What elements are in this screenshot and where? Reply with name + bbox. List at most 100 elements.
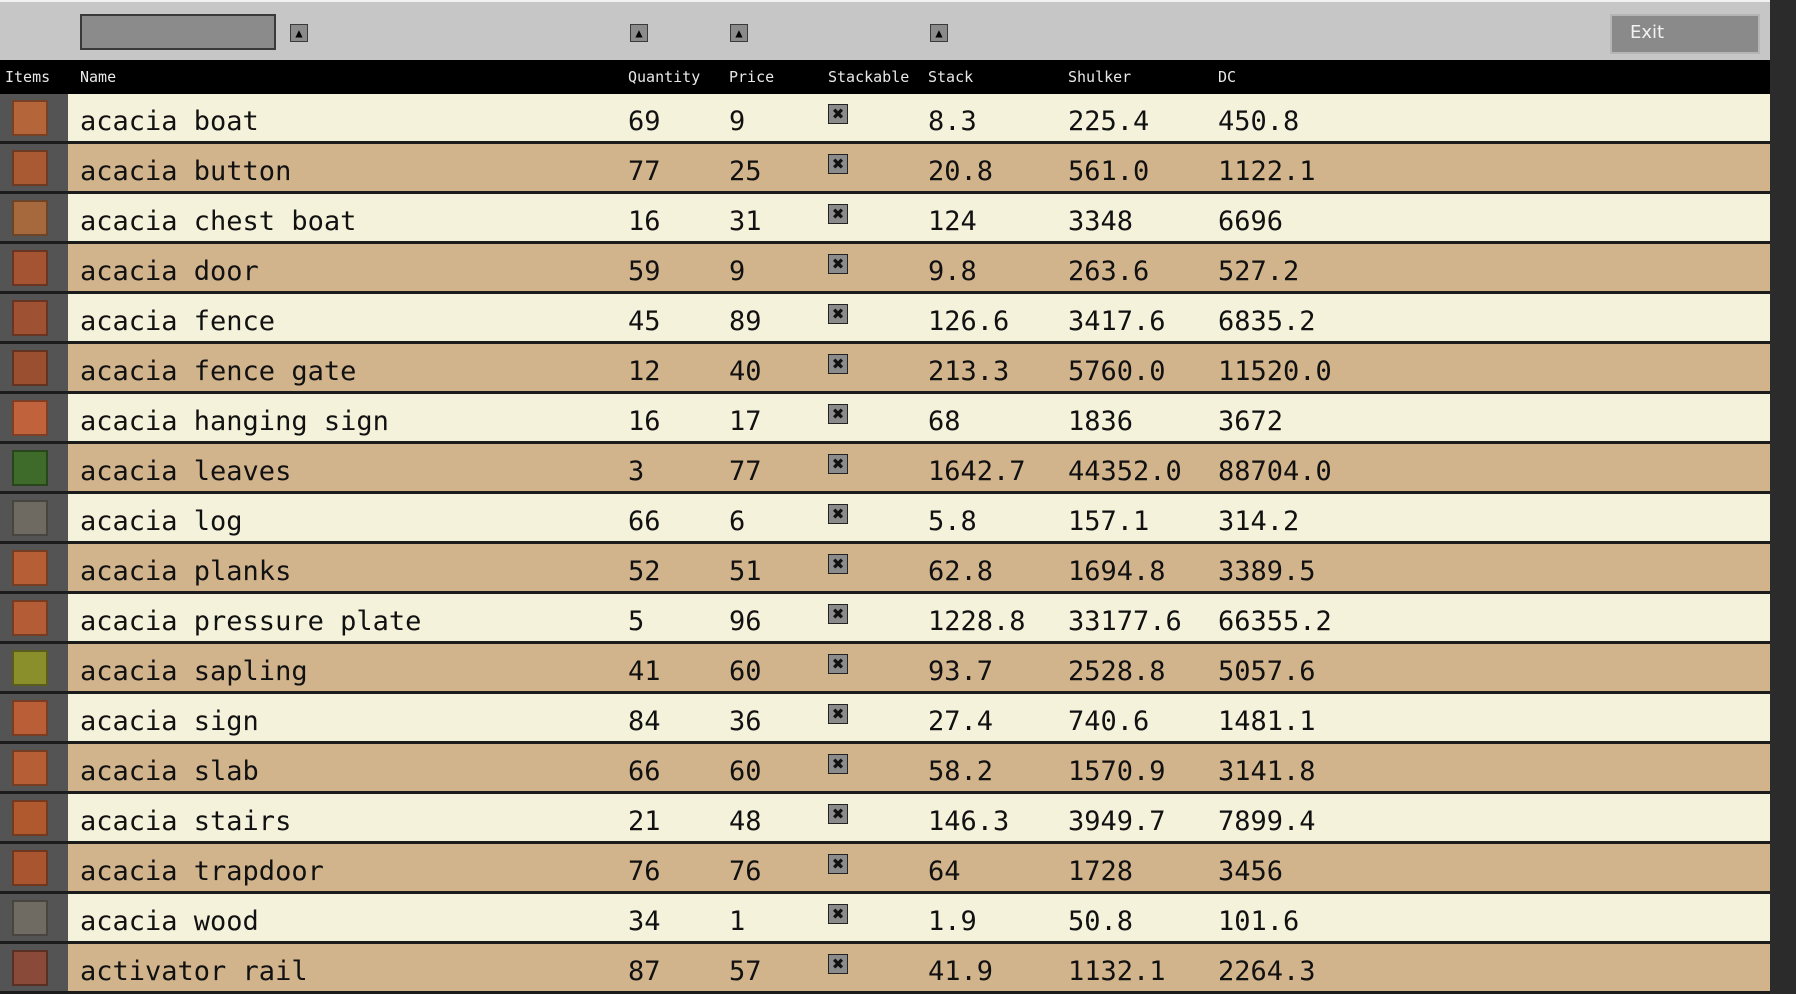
column-header-shulker[interactable]: Shulker: [1068, 68, 1131, 86]
item-quantity: 66: [628, 756, 661, 787]
item-quantity: 59: [628, 256, 661, 287]
column-header-stackable[interactable]: Stackable: [828, 68, 909, 86]
item-price: 60: [729, 656, 762, 687]
table-row[interactable]: acacia fence gate 12 40 213.3 5760.0 11520.0 ✖: [0, 344, 1770, 394]
sign-icon: [12, 700, 48, 736]
table-row[interactable]: acacia sapling 41 60 93.7 2528.8 5057.6 ✖: [0, 644, 1770, 694]
sort-price-button[interactable]: ▲: [730, 24, 748, 42]
item-shulker: 33177.6: [1068, 606, 1182, 637]
item-price: 31: [729, 206, 762, 237]
table-row[interactable]: acacia pressure plate 5 96 1228.8 33177.6 663…: [0, 594, 1770, 644]
item-quantity: 12: [628, 356, 661, 387]
stackable-checkbox[interactable]: ✖: [828, 854, 848, 874]
stackable-checkbox[interactable]: ✖: [828, 154, 848, 174]
stackable-checkbox[interactable]: ✖: [828, 304, 848, 324]
table-row[interactable]: acacia slab 66 60 58.2 1570.9 3141.8 ✖: [0, 744, 1770, 794]
item-dc: 6696: [1218, 206, 1284, 237]
table-row[interactable]: acacia log 66 6 5.8 157.1 314.2 ✖: [0, 494, 1770, 544]
item-stack: 124: [928, 206, 977, 237]
item-price: 77: [729, 456, 762, 487]
stackable-checkbox[interactable]: ✖: [828, 704, 848, 724]
item-stack: 68: [928, 406, 961, 437]
table-row[interactable]: acacia planks 52 51 62.8 1694.8 3389.5 ✖: [0, 544, 1770, 594]
search-input[interactable]: [80, 14, 276, 50]
item-icon-cell: [0, 394, 68, 441]
fence-icon: [12, 300, 48, 336]
sort-stack-button[interactable]: ▲: [930, 24, 948, 42]
item-stack: 41.9: [928, 956, 994, 987]
item-price: 17: [729, 406, 762, 437]
item-dc: 5057.6: [1218, 656, 1316, 687]
chest-boat-icon: [12, 200, 48, 236]
item-quantity: 69: [628, 106, 661, 137]
column-header-quantity[interactable]: Quantity: [628, 68, 700, 86]
button-icon: [12, 150, 48, 186]
item-icon-cell: [0, 494, 68, 541]
stackable-checkbox[interactable]: ✖: [828, 554, 848, 574]
item-dc: 3389.5: [1218, 556, 1316, 587]
table-row[interactable]: acacia button 77 25 20.8 561.0 1122.1 ✖: [0, 144, 1770, 194]
column-header-stack[interactable]: Stack: [928, 68, 973, 86]
item-icon-cell: [0, 794, 68, 841]
table-row[interactable]: acacia hanging sign 16 17 68 1836 3672 ✖: [0, 394, 1770, 444]
item-stack: 1642.7: [928, 456, 1026, 487]
exit-button[interactable]: Exit: [1610, 14, 1760, 54]
column-header-name[interactable]: Name: [80, 68, 116, 86]
table-row[interactable]: acacia wood 34 1 1.9 50.8 101.6 ✖: [0, 894, 1770, 944]
item-dc: 1122.1: [1218, 156, 1316, 187]
column-header-price[interactable]: Price: [729, 68, 774, 86]
item-list: acacia boat 69 9 8.3 225.4 450.8 ✖ acacia butto…: [0, 94, 1770, 994]
item-quantity: 84: [628, 706, 661, 737]
table-row[interactable]: acacia leaves 3 77 1642.7 44352.0 88704.0 ✖: [0, 444, 1770, 494]
stackable-checkbox[interactable]: ✖: [828, 204, 848, 224]
item-shulker: 50.8: [1068, 906, 1134, 937]
fence-gate-icon: [12, 350, 48, 386]
stackable-checkbox[interactable]: ✖: [828, 604, 848, 624]
stackable-checkbox[interactable]: ✖: [828, 254, 848, 274]
table-row[interactable]: acacia sign 84 36 27.4 740.6 1481.1 ✖: [0, 694, 1770, 744]
activator-rail-icon: [12, 950, 48, 986]
item-name: acacia planks: [80, 556, 292, 587]
item-price: 51: [729, 556, 762, 587]
stackable-checkbox[interactable]: ✖: [828, 504, 848, 524]
column-header-dc[interactable]: DC: [1218, 68, 1236, 86]
table-row[interactable]: acacia chest boat 16 31 124 3348 6696 ✖: [0, 194, 1770, 244]
item-name: acacia boat: [80, 106, 259, 137]
item-quantity: 34: [628, 906, 661, 937]
stackable-checkbox[interactable]: ✖: [828, 904, 848, 924]
item-quantity: 16: [628, 206, 661, 237]
stackable-checkbox[interactable]: ✖: [828, 954, 848, 974]
log-icon: [12, 500, 48, 536]
table-row[interactable]: acacia boat 69 9 8.3 225.4 450.8 ✖: [0, 94, 1770, 144]
table-row[interactable]: acacia stairs 21 48 146.3 3949.7 7899.4 ✖: [0, 794, 1770, 844]
stackable-checkbox[interactable]: ✖: [828, 654, 848, 674]
table-row[interactable]: acacia door 59 9 9.8 263.6 527.2 ✖: [0, 244, 1770, 294]
item-quantity: 45: [628, 306, 661, 337]
item-price: 76: [729, 856, 762, 887]
item-dc: 1481.1: [1218, 706, 1316, 737]
item-dc: 66355.2: [1218, 606, 1332, 637]
wood-icon: [12, 900, 48, 936]
item-icon-cell: [0, 94, 68, 141]
table-row[interactable]: acacia trapdoor 76 76 64 1728 3456 ✖: [0, 844, 1770, 894]
scrollbar[interactable]: [1770, 0, 1796, 994]
item-icon-cell: [0, 944, 68, 991]
item-dc: 314.2: [1218, 506, 1300, 537]
item-price: 89: [729, 306, 762, 337]
item-name: acacia stairs: [80, 806, 292, 837]
stackable-checkbox[interactable]: ✖: [828, 354, 848, 374]
stackable-checkbox[interactable]: ✖: [828, 104, 848, 124]
table-row[interactable]: activator rail 87 57 41.9 1132.1 2264.3 ✖: [0, 944, 1770, 994]
stackable-checkbox[interactable]: ✖: [828, 804, 848, 824]
stackable-checkbox[interactable]: ✖: [828, 454, 848, 474]
pressure-plate-icon: [12, 600, 48, 636]
table-row[interactable]: acacia fence 45 89 126.6 3417.6 6835.2 ✖: [0, 294, 1770, 344]
stackable-checkbox[interactable]: ✖: [828, 754, 848, 774]
column-header-items[interactable]: Items: [5, 68, 50, 86]
item-price: 1: [729, 906, 746, 937]
stackable-checkbox[interactable]: ✖: [828, 404, 848, 424]
sort-quantity-button[interactable]: ▲: [630, 24, 648, 42]
item-name: acacia trapdoor: [80, 856, 324, 887]
sort-name-button[interactable]: ▲: [290, 24, 308, 42]
item-price: 57: [729, 956, 762, 987]
